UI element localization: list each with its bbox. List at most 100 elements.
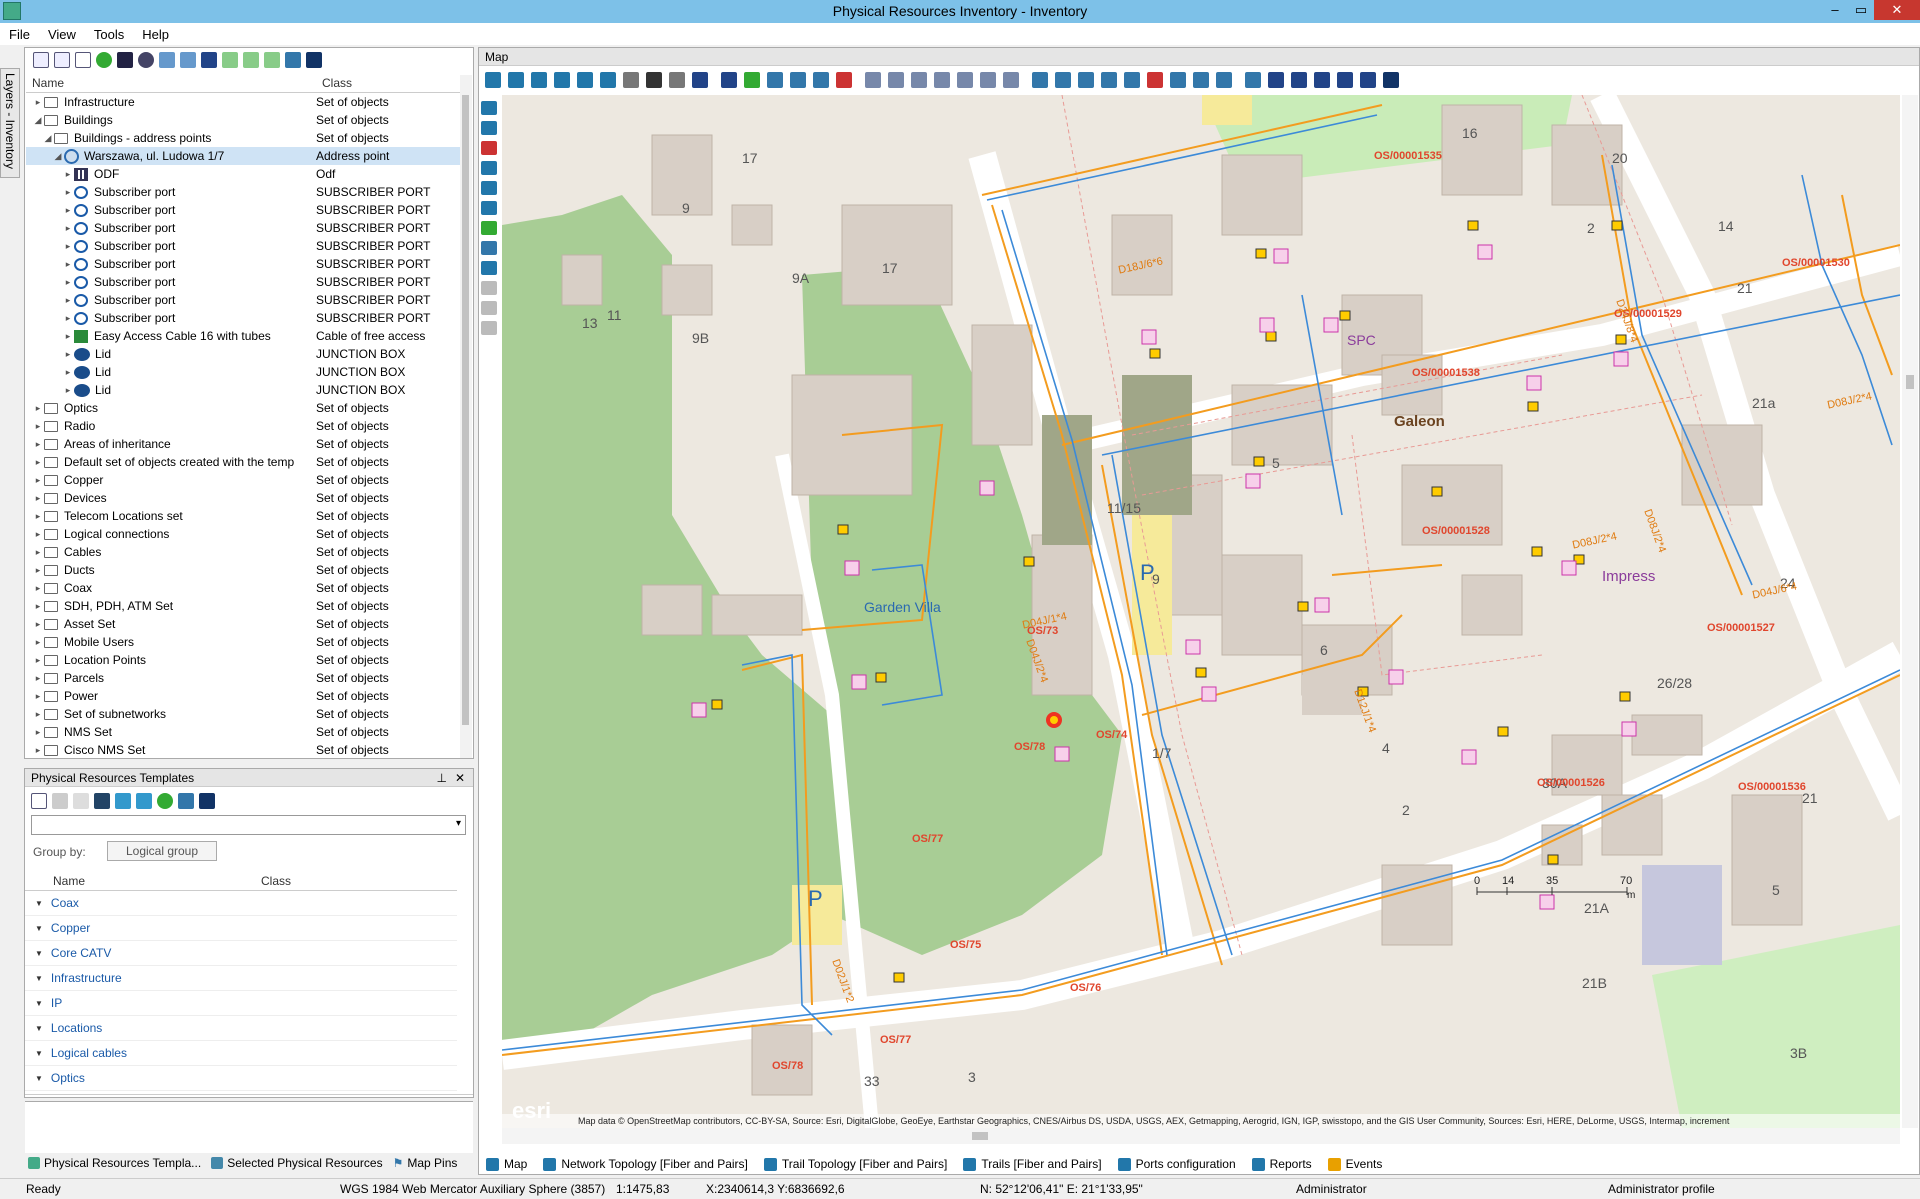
template-group[interactable]: ▼ Core CATV bbox=[25, 941, 457, 966]
expand-arrow-icon[interactable]: ▸ bbox=[62, 367, 74, 378]
edit-tool-icon[interactable] bbox=[481, 141, 497, 155]
collapse-icon[interactable]: ▼ bbox=[35, 974, 43, 983]
edit-tool-icon[interactable] bbox=[481, 221, 497, 235]
map-tool-icon[interactable] bbox=[600, 72, 616, 88]
splice-tag[interactable]: OS/77 bbox=[880, 1034, 911, 1046]
group-by-chip[interactable]: Logical group bbox=[107, 841, 217, 861]
tree-row[interactable]: ▸ Logical connections Set of objects bbox=[26, 525, 472, 543]
expand-arrow-icon[interactable]: ▸ bbox=[62, 295, 74, 306]
splice-tag[interactable]: OS/75 bbox=[950, 939, 981, 951]
edit-tool-icon[interactable] bbox=[481, 181, 497, 195]
map-vertical-scrollbar[interactable] bbox=[1902, 95, 1918, 1128]
expand-arrow-icon[interactable]: ▸ bbox=[32, 655, 44, 666]
tree-row[interactable]: ▸ Mobile Users Set of objects bbox=[26, 633, 472, 651]
splice-tag[interactable]: OS/00001538 bbox=[1412, 367, 1480, 379]
map-tool-icon[interactable] bbox=[767, 72, 783, 88]
map-tool-icon[interactable] bbox=[836, 72, 852, 88]
tree-row[interactable]: ▸ Subscriber port SUBSCRIBER PORT bbox=[26, 309, 472, 327]
collapse-icon[interactable]: ▼ bbox=[35, 949, 43, 958]
tree-row[interactable]: ▸ Subscriber port SUBSCRIBER PORT bbox=[26, 291, 472, 309]
template-group[interactable]: ▼ Coax bbox=[25, 891, 457, 916]
splice-tag[interactable]: OS/00001536 bbox=[1738, 781, 1806, 793]
tree-row[interactable]: ◢ Buildings Set of objects bbox=[26, 111, 472, 129]
collapse-icon[interactable]: ▼ bbox=[35, 1049, 43, 1058]
document-icon[interactable] bbox=[75, 52, 91, 68]
expand-arrow-icon[interactable]: ▸ bbox=[32, 511, 44, 522]
map-tool-icon[interactable] bbox=[1193, 72, 1209, 88]
expand-arrow-icon[interactable]: ▸ bbox=[32, 601, 44, 612]
refresh-icon[interactable] bbox=[96, 52, 112, 68]
map-tool-icon[interactable] bbox=[1003, 72, 1019, 88]
expand-arrow-icon[interactable]: ▸ bbox=[32, 475, 44, 486]
expand-arrow-icon[interactable]: ▸ bbox=[62, 223, 74, 234]
map-tab[interactable]: Events bbox=[1324, 1157, 1387, 1171]
tree-row[interactable]: ▸ Infrastructure Set of objects bbox=[26, 93, 472, 111]
map-tab[interactable]: Trail Topology [Fiber and Pairs] bbox=[760, 1157, 951, 1171]
expand-arrow-icon[interactable]: ▸ bbox=[62, 259, 74, 270]
collapse-icon[interactable]: ▼ bbox=[35, 899, 43, 908]
expand-arrow-icon[interactable]: ▸ bbox=[32, 457, 44, 468]
map-tab[interactable]: Reports bbox=[1248, 1157, 1316, 1171]
expand-arrow-icon[interactable]: ◢ bbox=[32, 115, 44, 126]
expand-arrow-icon[interactable]: ▸ bbox=[32, 619, 44, 630]
map-tool-icon[interactable] bbox=[485, 72, 501, 88]
map-tool-icon[interactable] bbox=[1383, 72, 1399, 88]
collapse-icon[interactable]: ▼ bbox=[35, 1024, 43, 1033]
tree-row[interactable]: ▸ Copper Set of objects bbox=[26, 471, 472, 489]
map-tool-icon[interactable] bbox=[911, 72, 927, 88]
tree-row[interactable]: ▸ Lid JUNCTION BOX bbox=[26, 363, 472, 381]
maximize-button[interactable]: ▭ bbox=[1848, 0, 1874, 20]
tree-row[interactable]: ▸ ODF Odf bbox=[26, 165, 472, 183]
tree-row[interactable]: ▸ Parcels Set of objects bbox=[26, 669, 472, 687]
expand-arrow-icon[interactable]: ▸ bbox=[32, 97, 44, 108]
close-button[interactable]: ✕ bbox=[1874, 0, 1920, 20]
group-icon[interactable] bbox=[136, 793, 152, 809]
expand-arrow-icon[interactable]: ◢ bbox=[42, 133, 54, 144]
edit-tool-icon[interactable] bbox=[481, 201, 497, 215]
tree-row[interactable]: ▸ SDH, PDH, ATM Set Set of objects bbox=[26, 597, 472, 615]
map-tool-icon[interactable] bbox=[744, 72, 760, 88]
map-tool-icon[interactable] bbox=[1170, 72, 1186, 88]
splice-tag[interactable]: OS/00001530 bbox=[1782, 257, 1850, 269]
delete-template-icon[interactable] bbox=[52, 793, 68, 809]
expand-arrow-icon[interactable]: ▸ bbox=[32, 547, 44, 558]
edit-tool-icon[interactable] bbox=[481, 301, 497, 315]
edit-tool-icon[interactable] bbox=[481, 321, 497, 335]
collapse-icon[interactable]: ▼ bbox=[35, 924, 43, 933]
map-tab[interactable]: Ports configuration bbox=[1114, 1157, 1240, 1171]
expand-arrow-icon[interactable]: ▸ bbox=[62, 169, 74, 180]
zoom-icon[interactable] bbox=[306, 52, 322, 68]
map-tool-icon[interactable] bbox=[1078, 72, 1094, 88]
expand-arrow-icon[interactable]: ▸ bbox=[32, 727, 44, 738]
menu-help[interactable]: Help bbox=[133, 27, 178, 42]
map-tab[interactable]: Trails [Fiber and Pairs] bbox=[959, 1157, 1105, 1171]
tree-scrollbar[interactable] bbox=[460, 75, 472, 758]
new-template-icon[interactable] bbox=[31, 793, 47, 809]
map-tool-icon[interactable] bbox=[1268, 72, 1284, 88]
map-tool-icon[interactable] bbox=[813, 72, 829, 88]
tree-row[interactable]: ▸ Devices Set of objects bbox=[26, 489, 472, 507]
expand-arrow-icon[interactable]: ▸ bbox=[32, 673, 44, 684]
expand-arrow-icon[interactable]: ▸ bbox=[62, 385, 74, 396]
tree-row[interactable]: ▸ Asset Set Set of objects bbox=[26, 615, 472, 633]
templates-refresh-icon[interactable] bbox=[157, 793, 173, 809]
tree-row[interactable]: ◢ Buildings - address points Set of object… bbox=[26, 129, 472, 147]
template-group[interactable]: ▼ Infrastructure bbox=[25, 966, 457, 991]
expand-arrow-icon[interactable]: ▸ bbox=[62, 313, 74, 324]
templates-col-class[interactable]: Class bbox=[255, 873, 455, 890]
map-tool-icon[interactable] bbox=[508, 72, 524, 88]
splice-tag[interactable]: OS/00001527 bbox=[1707, 622, 1775, 634]
edit-tool-icon[interactable] bbox=[481, 121, 497, 135]
tree-row[interactable]: ▸ NMS Set Set of objects bbox=[26, 723, 472, 741]
tree-col-name[interactable]: Name bbox=[26, 75, 316, 92]
tree-row[interactable]: ▸ Set of subnetworks Set of objects bbox=[26, 705, 472, 723]
collapse-icon[interactable]: ▼ bbox=[35, 1074, 43, 1083]
tree-row[interactable]: ▸ Default set of objects created with the… bbox=[26, 453, 472, 471]
expand-arrow-icon[interactable]: ▸ bbox=[32, 691, 44, 702]
map-tool-icon[interactable] bbox=[531, 72, 547, 88]
menu-view[interactable]: View bbox=[39, 27, 85, 42]
map-tool-icon[interactable] bbox=[888, 72, 904, 88]
tree-row[interactable]: ▸ Optics Set of objects bbox=[26, 399, 472, 417]
tree-row[interactable]: ▸ Radio Set of objects bbox=[26, 417, 472, 435]
expand-arrow-icon[interactable]: ▸ bbox=[32, 583, 44, 594]
